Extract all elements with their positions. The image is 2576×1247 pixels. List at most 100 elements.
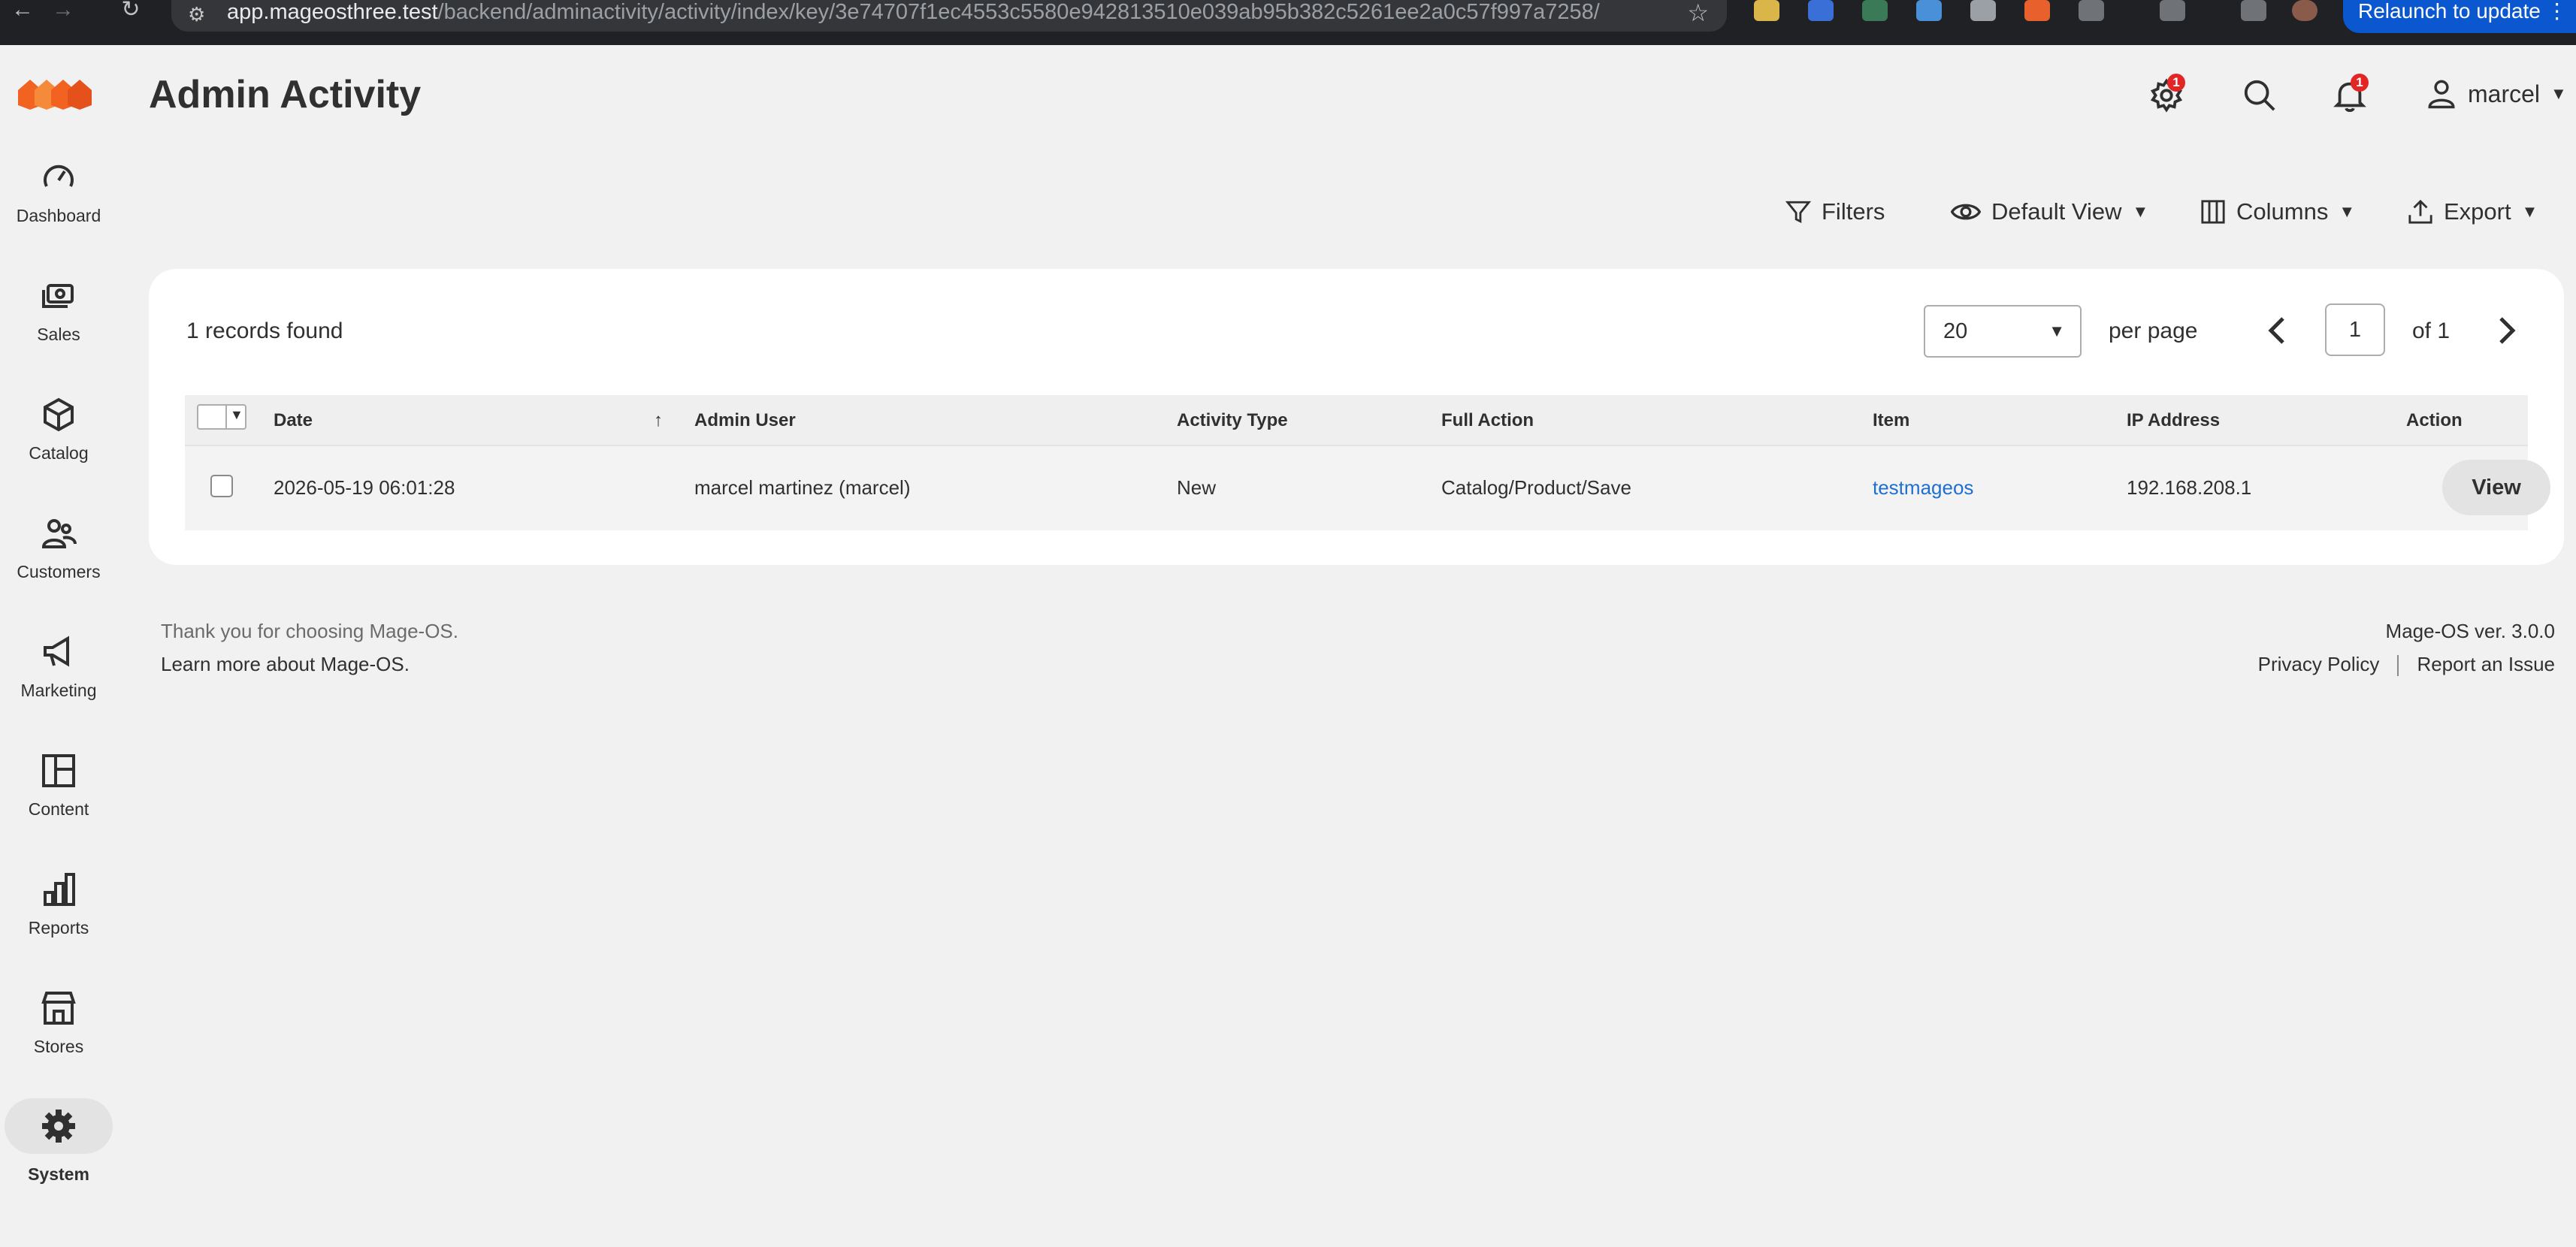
admin-sidebar: Dashboard Sales Catalog Customers Market… [0,45,117,1247]
activity-grid: ▼ Date ↑ Admin User Activity Type Full A… [185,395,2550,530]
previous-page-button[interactable] [2265,316,2287,349]
eye-icon [1951,204,1981,220]
column-header-date[interactable]: Date [274,410,313,431]
extension-icon[interactable] [1808,0,1834,21]
sidebar-item-marketing[interactable]: Marketing [0,634,117,739]
user-name: marcel [2468,80,2541,107]
system-messages-badge: 1 [2167,74,2185,92]
cell-activity-type: New [1177,476,1217,499]
extensions-puzzle-icon[interactable] [2079,0,2104,21]
active-indicator [5,1098,113,1154]
divider [2397,655,2399,677]
relaunch-button[interactable]: Relaunch to update ⋮ [2343,0,2576,33]
customers-icon [41,519,77,548]
cell-date: 2026-05-19 06:01:28 [274,476,455,499]
profile-avatar-icon[interactable] [2292,0,2317,21]
footer-learn-more-link[interactable]: Learn more about Mage-OS. [161,648,458,681]
back-arrow-icon[interactable]: ← [8,0,38,23]
chevron-right-icon [2499,317,2516,344]
catalog-icon [44,397,74,432]
grid-header-row: ▼ Date ↑ Admin User Activity Type Full A… [185,395,2528,445]
dashboard-icon [44,165,74,187]
row-checkbox[interactable] [210,475,233,497]
search-icon [2244,80,2275,111]
mass-select-dropdown[interactable]: ▼ [197,404,246,430]
records-found: 1 records found [186,319,343,343]
report-issue-link[interactable]: Report an Issue [2417,648,2555,681]
filters-label: Filters [1822,198,1885,225]
select-all-checkbox[interactable] [198,406,227,428]
user-menu[interactable]: marcel ▼ [2426,78,2567,110]
cell-item-link[interactable]: testmageos [1873,476,1973,500]
bookmark-star-icon[interactable]: ☆ [1687,0,1709,27]
notifications-badge: 1 [2351,74,2369,92]
sidebar-item-label: Catalog [29,443,89,463]
chevron-down-icon: ▼ [2339,202,2356,221]
chevron-down-icon: ▼ [2048,322,2065,340]
sidebar-item-customers[interactable]: Customers [0,515,117,620]
chevron-down-icon: ▼ [2550,84,2567,103]
extension-icon[interactable] [2024,0,2050,21]
cell-ip-address: 192.168.208.1 [2127,476,2252,499]
columns-button[interactable]: Columns ▼ [2200,198,2355,225]
forward-arrow-icon[interactable]: → [48,0,78,23]
footer-version: Mage-OS ver. 3.0.0 [2385,620,2555,642]
sidebar-item-label: Stores [33,1037,84,1056]
extension-icon[interactable] [1754,0,1779,21]
view-button[interactable]: View [2442,460,2550,515]
sort-ascending-icon[interactable]: ↑ [654,410,663,431]
tab-search-icon[interactable] [2160,0,2185,21]
privacy-policy-link[interactable]: Privacy Policy [2258,648,2380,681]
filters-button[interactable]: Filters [1785,198,1885,225]
table-row: 2026-05-19 06:01:28 marcel martinez (mar… [185,445,2550,530]
next-page-button[interactable] [2496,316,2519,349]
sidebar-item-label: Customers [17,562,101,581]
columns-icon [2201,200,2225,224]
user-icon [2428,80,2455,109]
site-settings-icon[interactable]: ⚙ [188,3,205,26]
column-header-action: Action [2406,410,2463,430]
page-total: of 1 [2412,319,2451,343]
column-header-admin-user[interactable]: Admin User [694,410,796,431]
system-messages-button[interactable]: 1 [2149,74,2185,116]
more-vert-icon: ⋮ [2546,0,2568,23]
global-search-button[interactable] [2242,78,2277,116]
columns-label: Columns [2236,198,2329,225]
column-header-ip-address[interactable]: IP Address [2127,410,2220,431]
column-header-activity-type[interactable]: Activity Type [1177,410,1288,431]
cell-admin-user: marcel martinez (marcel) [694,476,911,499]
notifications-button[interactable]: 1 [2333,74,2369,116]
grid-card: 1 records found 20 ▼ per page 1 of 1 ▼ D… [149,269,2564,565]
sidebar-item-label: Marketing [20,681,97,700]
view-switcher[interactable]: Default View ▼ [1951,198,2148,225]
sidebar-item-catalog[interactable]: Catalog [0,397,117,502]
address-bar[interactable]: ⚙ app.mageosthree.test/backend/adminacti… [171,0,1727,32]
sidebar-item-system[interactable]: System [0,1098,117,1203]
extension-icon[interactable] [1862,0,1888,21]
extension-icon[interactable] [1970,0,1996,21]
chevron-down-icon: ▼ [2521,202,2538,221]
sales-icon [42,284,74,308]
cell-full-action: Catalog/Product/Save [1441,476,1631,499]
mage-os-logo[interactable] [18,75,98,113]
sidebar-item-sales[interactable]: Sales [0,278,117,383]
download-icon[interactable] [2241,0,2266,21]
chevron-down-icon: ▼ [230,407,243,422]
sidebar-item-dashboard[interactable]: Dashboard [0,159,117,264]
export-button[interactable]: Export ▼ [2408,198,2538,225]
system-icon [42,1110,75,1143]
footer-thanks: Thank you for choosing Mage-OS. [161,620,458,642]
filter-icon [1785,201,1811,224]
per-page-value: 20 [1943,319,1968,343]
column-header-full-action[interactable]: Full Action [1441,410,1534,431]
per-page-select[interactable]: 20 ▼ [1924,305,2082,358]
sidebar-item-content[interactable]: Content [0,753,117,858]
extension-icon[interactable] [1916,0,1942,21]
sidebar-item-stores[interactable]: Stores [0,990,117,1095]
sidebar-item-reports[interactable]: Reports [0,871,117,977]
stores-icon [41,992,76,1025]
reload-icon[interactable]: ↻ [116,0,146,23]
page-number-input[interactable]: 1 [2325,303,2385,356]
export-label: Export [2444,198,2511,225]
column-header-item[interactable]: Item [1873,410,1909,431]
